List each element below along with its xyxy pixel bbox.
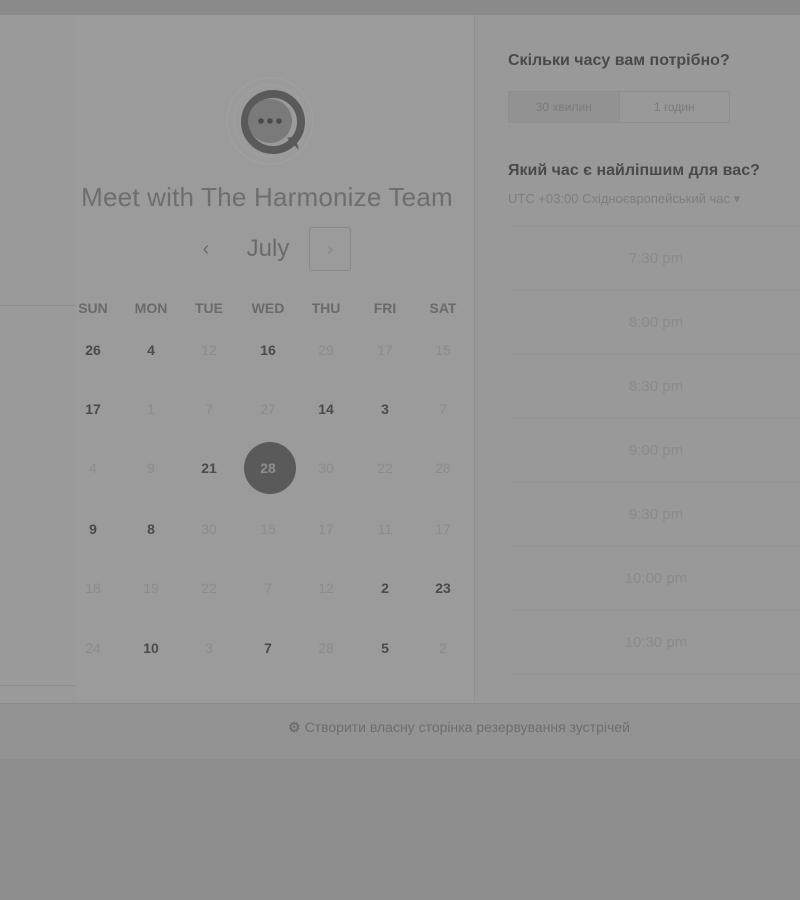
calendar-day[interactable]: 14 <box>298 399 354 419</box>
calendar-day: 27 <box>260 401 276 417</box>
overlay-top-band <box>0 0 800 15</box>
calendar-day[interactable]: 2 <box>357 578 413 598</box>
calendar-day: 2 <box>439 640 447 656</box>
calendar-day: 7 <box>264 580 272 596</box>
calendar-day: 4 <box>89 460 97 476</box>
calendar-day: 30 <box>318 460 334 476</box>
weekday-label: TUE <box>195 300 223 316</box>
calendar-day: 7 <box>439 401 447 417</box>
calendar-day-selected[interactable]: 28 <box>240 458 296 478</box>
duration-toggle: 30 хвилин 1 годин <box>508 91 730 123</box>
page-bottom <box>0 759 800 900</box>
calendar-day[interactable]: 7 <box>240 638 296 658</box>
calendar-day: 30 <box>201 521 217 537</box>
divider <box>0 685 76 686</box>
calendar-day: 17 <box>435 521 451 537</box>
page-title: Meet with The Harmonize Team <box>81 182 453 212</box>
time-slot[interactable]: 10:30 pm <box>512 610 800 673</box>
weekday-label: MON <box>134 300 168 316</box>
calendar-day: 9 <box>147 460 155 476</box>
calendar-day: 22 <box>201 580 217 596</box>
time-slot[interactable]: 9:00 pm <box>512 418 800 481</box>
divider <box>512 674 800 675</box>
create-booking-page-link[interactable]: ⚙ Створити власну сторінка резервування з… <box>288 719 630 736</box>
calendar-day[interactable]: 26 <box>65 340 121 360</box>
calendar-day: 22 <box>377 460 393 476</box>
calendar-day[interactable]: 17 <box>65 399 121 419</box>
month-label: July <box>246 235 290 262</box>
calendar-day[interactable]: 21 <box>181 458 237 478</box>
hubspot-sprocket-icon: ⚙ <box>288 719 301 735</box>
calendar-day: 1 <box>147 401 155 417</box>
chat-bubble-logo-icon <box>226 77 314 165</box>
calendar-day: 12 <box>318 580 334 596</box>
duration-30min-button[interactable]: 30 хвилин <box>509 92 620 122</box>
calendar-day: 18 <box>85 580 101 596</box>
calendar-day: 12 <box>201 342 217 358</box>
prev-month-button[interactable]: ‹ <box>188 232 224 266</box>
time-slot[interactable]: 8:30 pm <box>512 354 800 417</box>
time-slot[interactable]: 8:00 pm <box>512 290 800 353</box>
calendar-day[interactable]: 16 <box>240 340 296 360</box>
duration-1hour-button[interactable]: 1 годин <box>620 92 730 122</box>
calendar-day: 28 <box>318 640 334 656</box>
calendar-day[interactable]: 23 <box>415 578 471 598</box>
time-question: Який час є найліпшим для вас? <box>508 162 760 179</box>
calendar-day: 15 <box>435 342 451 358</box>
weekday-label: SUN <box>78 300 108 316</box>
time-slot[interactable]: 9:30 pm <box>512 482 800 545</box>
weekday-label: WED <box>251 300 285 316</box>
calendar-day[interactable]: 3 <box>357 399 413 419</box>
weekday-label: SAT <box>429 300 457 316</box>
calendar-day: 28 <box>435 460 451 476</box>
time-slot[interactable]: 10:00 pm <box>512 546 800 609</box>
calendar-day: 11 <box>377 521 393 537</box>
duration-question: Скільки часу вам потрібно? <box>508 52 730 69</box>
calendar-day: 19 <box>143 580 159 596</box>
time-slot[interactable]: 7:30 pm <box>512 226 800 289</box>
calendar-day[interactable]: 8 <box>123 519 179 539</box>
weekday-label: THU <box>311 300 341 316</box>
next-month-button[interactable]: › <box>309 227 351 271</box>
calendar-day[interactable]: 4 <box>123 340 179 360</box>
weekday-label: FRI <box>373 300 397 316</box>
calendar-day: 3 <box>205 640 213 656</box>
calendar-day[interactable]: 5 <box>357 638 413 658</box>
footer-link-label: Створити власну сторінка резервування зу… <box>304 719 630 735</box>
calendar-day: 7 <box>205 401 213 417</box>
calendar-day: 29 <box>318 342 334 358</box>
calendar-day[interactable]: 10 <box>123 638 179 658</box>
calendar-day: 17 <box>377 342 393 358</box>
calendar-day: 17 <box>318 521 334 537</box>
timezone-select[interactable]: UTC +03:00 Східноєвропейський час ▾ <box>508 191 740 207</box>
calendar-day[interactable]: 9 <box>65 519 121 539</box>
calendar-day: 24 <box>85 640 101 656</box>
calendar-day: 15 <box>260 521 276 537</box>
